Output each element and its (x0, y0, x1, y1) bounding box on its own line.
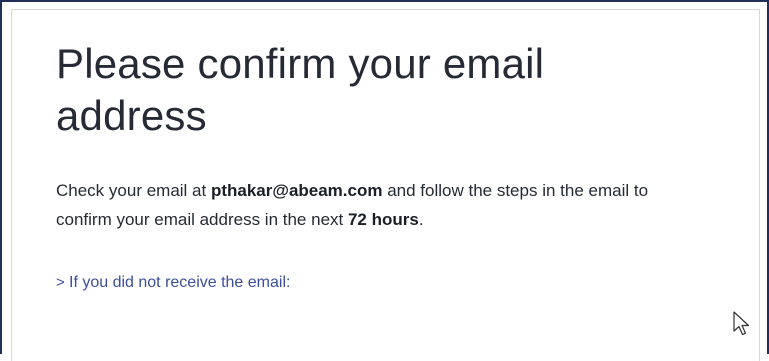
mouse-cursor-icon (733, 311, 750, 336)
message-text-1: Check your email at (56, 181, 211, 200)
chevron-right-icon: > (56, 274, 65, 291)
confirmation-deadline: 72 hours (347, 210, 419, 229)
email-address: pthakar@abeam.com (210, 181, 383, 200)
message-text-3: . (418, 210, 424, 229)
page-title: Please confirm your email address (56, 40, 545, 139)
resend-email-expander[interactable]: > If you did not receive the email: (56, 272, 290, 294)
window-frame: Please confirm your email address Check … (0, 0, 769, 361)
confirmation-message: Check your email at pthakar@abeam.com an… (56, 176, 706, 234)
resend-email-label: If you did not receive the email: (69, 274, 291, 291)
